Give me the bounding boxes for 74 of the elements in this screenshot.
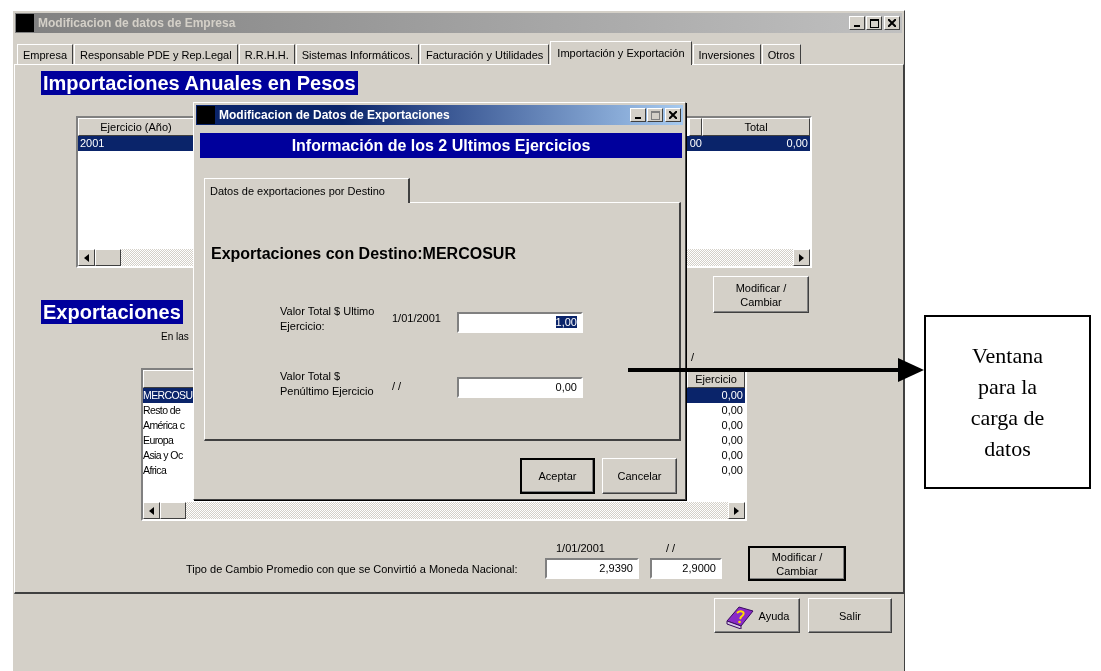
scroll-right-button[interactable] [728, 502, 745, 519]
table-cell[interactable]: América c [143, 418, 194, 433]
table-cell[interactable]: Resto de [143, 403, 194, 418]
note-text: En las [161, 331, 189, 342]
maximize-icon [869, 18, 879, 28]
window-title: Modificacion de Datos de Exportaciones [219, 108, 451, 122]
app-icon [16, 14, 34, 32]
date-label: / / [666, 542, 676, 554]
scroll-thumb[interactable] [95, 249, 121, 266]
help-button[interactable]: Ayuda [714, 598, 800, 633]
dialog-button[interactable]: Cancelar [602, 458, 677, 494]
date-label: / / [392, 380, 402, 392]
close-icon [669, 111, 677, 119]
scroll-left-button[interactable] [78, 249, 95, 266]
exchange-rate-field[interactable]: 2,9000 [650, 558, 722, 579]
left-triangle-icon [84, 253, 89, 262]
callout-box: Ventana para la carga de datos [924, 315, 1091, 489]
section-heading: Exportaciones [41, 300, 183, 324]
maximize-button[interactable] [647, 108, 663, 122]
section-heading: Importaciones Anuales en Pesos [41, 71, 358, 95]
table-cell-text: 0,00 [720, 463, 744, 478]
table-cell-text: 0,00 [720, 448, 744, 463]
table-cell-text: 0,00 [720, 418, 744, 433]
left-triangle-icon [149, 506, 154, 515]
exit-button[interactable]: Salir [808, 598, 892, 633]
modify-button[interactable]: Modificar / Cambiar [748, 546, 846, 581]
column-header[interactable]: Ejercicio (Año) [78, 118, 194, 136]
scroll-left-button[interactable] [143, 502, 160, 519]
right-triangle-icon [799, 253, 804, 262]
exchange-rate-field[interactable]: 2,9390 [545, 558, 639, 579]
table-cell[interactable]: 2001 [78, 136, 194, 151]
column-header[interactable] [689, 118, 702, 136]
tab[interactable]: Datos de exportaciones por Destino [204, 178, 410, 203]
minimize-button[interactable] [630, 108, 646, 122]
app-icon [197, 106, 215, 124]
right-triangle-icon [734, 506, 739, 515]
tab[interactable]: Importación y Exportación [550, 41, 692, 65]
table-cell-text: 0,00 [720, 403, 744, 418]
scroll-thumb[interactable] [160, 502, 186, 519]
field-label: Valor Total $ Ultimo Ejercicio: [280, 304, 376, 334]
table-cell[interactable]: Asia y Oc [143, 448, 194, 463]
tab[interactable]: Facturación y Utilidades [419, 44, 550, 64]
maximize-icon [650, 110, 660, 120]
table-cell-text: 0,00 [720, 433, 744, 448]
banner-heading: Información de los 2 Ultimos Ejercicios [200, 133, 682, 158]
tab[interactable]: Empresa [17, 44, 74, 64]
destination-heading: Exportaciones con Destino:MERCOSUR [211, 245, 516, 263]
table-cell[interactable]: Africa [143, 463, 194, 478]
horizontal-scrollbar[interactable] [143, 502, 745, 519]
field-label: Valor Total $ Penúltimo Ejercicio [280, 369, 375, 399]
table-cell: 0,00 [687, 388, 745, 403]
tab[interactable]: Inversiones [692, 44, 761, 64]
dialog-button[interactable]: Aceptar [520, 458, 595, 494]
table-cell: 00 [689, 136, 702, 151]
value-field[interactable]: 0,00 [457, 377, 583, 398]
date-label: 1/01/2001 [556, 542, 605, 554]
window-title: Modificacion de datos de Empresa [38, 16, 237, 30]
table-cell: 0,00 [702, 136, 810, 151]
close-button[interactable] [665, 108, 681, 122]
close-icon [888, 19, 896, 27]
tab[interactable]: R.R.H.H. [238, 44, 295, 64]
column-header[interactable]: Total [702, 118, 810, 136]
date-label: 1/01/2001 [392, 312, 441, 324]
table-cell[interactable]: Europa [143, 433, 194, 448]
table-cell[interactable]: MERCOSU [143, 388, 194, 403]
tab[interactable]: Otros [761, 44, 801, 64]
modify-button[interactable]: Modificar / Cambiar [713, 276, 809, 313]
value-field[interactable]: 1,00 [457, 312, 583, 333]
tab[interactable]: Responsable PDE y Rep.Legal [74, 44, 238, 64]
scroll-right-button[interactable] [793, 249, 810, 266]
tab[interactable]: Sistemas Informáticos. [295, 44, 419, 64]
date-label: / [691, 351, 695, 363]
exchange-rate-label: Tipo de Cambio Promedio con que se Convirtió a Moneda Nacional: [186, 563, 518, 575]
column-header[interactable] [143, 370, 194, 388]
